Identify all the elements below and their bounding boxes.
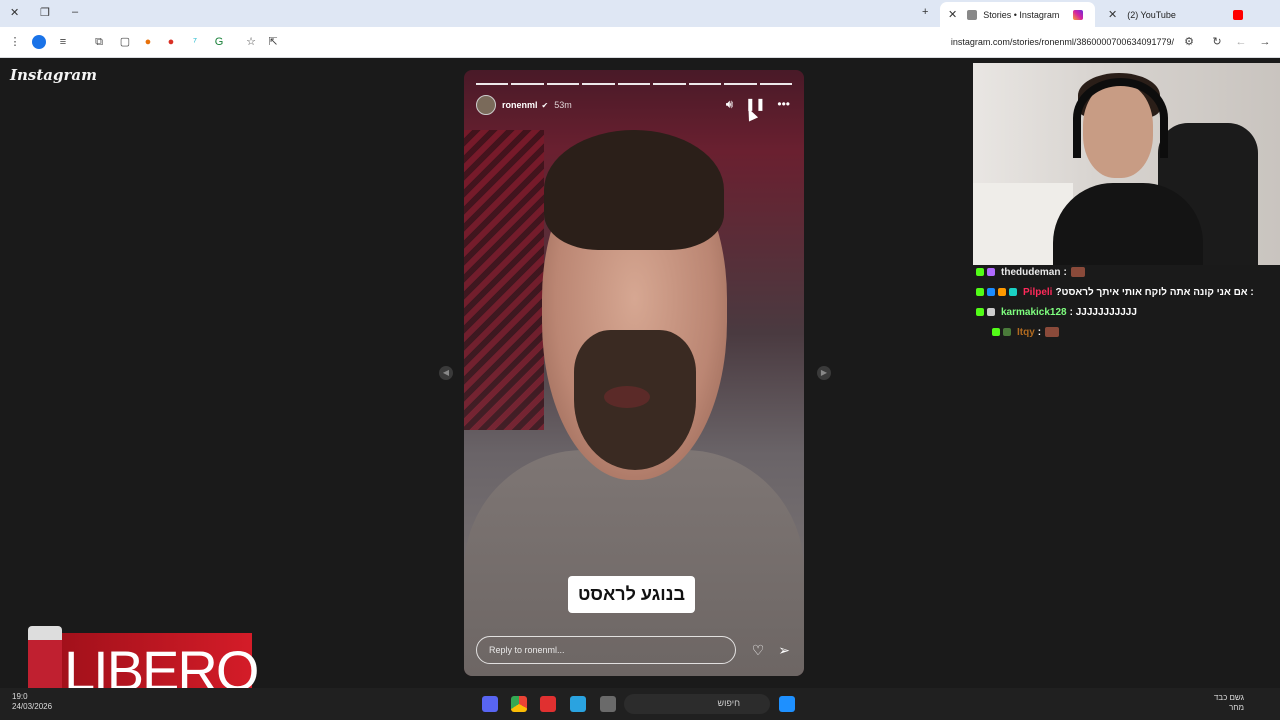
tab-label: (2) YouTube — [1127, 9, 1176, 20]
tab-instagram[interactable]: ✕ Stories • Instagram — [940, 2, 1095, 27]
kick-badge-icon — [992, 328, 1000, 336]
tab-search-icon[interactable]: ▢ — [118, 35, 132, 49]
previous-story-icon[interactable]: ◀ — [439, 366, 453, 380]
kick-badge-icon — [976, 268, 984, 276]
chat-message: thedudeman : — [976, 262, 1276, 282]
emote-icon — [1070, 267, 1085, 277]
stream-chat: thedudeman : Pilpeli : אם אני קונה אתה ל… — [976, 262, 1276, 342]
taskbar-clock[interactable]: 19:0 24/03/2026 — [12, 692, 52, 712]
minimize-window-icon[interactable]: – — [72, 6, 78, 18]
kick-badge-icon — [976, 288, 984, 296]
site-settings-icon[interactable]: ⚙ — [1182, 35, 1196, 49]
like-heart-icon[interactable]: ♡ — [752, 642, 765, 659]
app-icon[interactable] — [540, 696, 556, 712]
taskbar-weather[interactable]: גשם כבד מחר — [1214, 693, 1244, 713]
extensions-icon[interactable]: ⧉ — [92, 35, 106, 49]
story-caption: בנוגע לראסט — [568, 576, 695, 613]
close-window-icon[interactable]: ✕ — [10, 6, 19, 19]
chat-text: : JJJJJJJJJJJ — [1069, 306, 1137, 318]
instagram-logo[interactable]: Instagram — [10, 66, 97, 84]
windows-taskbar: 19:0 24/03/2026 חיפוש גשם כבד מחר — [0, 688, 1280, 720]
badge-icon — [1009, 288, 1017, 296]
tab-label: Stories • Instagram — [983, 9, 1060, 20]
chat-message: Pilpeli : אם אני קונה אתה לוקח אותי איתך… — [976, 282, 1276, 302]
extension-icon[interactable]: ● — [164, 35, 178, 49]
avatar[interactable] — [476, 95, 496, 115]
chat-text: : — [1037, 326, 1042, 338]
address-bar[interactable]: instagram.com/stories/ronenml/3860000700… — [951, 37, 1174, 47]
close-tab-icon[interactable]: ✕ — [948, 8, 957, 21]
story-header: ronenml ✔ 53m — [476, 95, 572, 115]
chat-message: Itqy : — [976, 322, 1276, 342]
story-actions: ♡ ➢ — [752, 642, 790, 659]
forward-icon[interactable]: ← — [1234, 35, 1248, 49]
browser-tabstrip: ✕ ❐ – + ✕ Stories • Instagram ✕ (2) YouT… — [0, 0, 1280, 27]
reading-list-icon[interactable]: ≡ — [56, 35, 70, 49]
share-icon[interactable]: ⇱ — [266, 35, 280, 49]
story-progress-bar — [476, 83, 792, 85]
chat-text: : — [1063, 266, 1067, 278]
badge-icon — [1003, 328, 1011, 336]
telegram-icon[interactable] — [570, 696, 586, 712]
volume-icon[interactable]: 🔊︎ — [726, 97, 734, 112]
discord-icon[interactable] — [482, 696, 498, 712]
tab-youtube[interactable]: ✕ (2) YouTube — [1100, 2, 1255, 27]
profile-icon[interactable] — [32, 35, 46, 49]
new-tab-icon[interactable]: + — [922, 6, 928, 18]
reply-input[interactable]: Reply to ronenml... — [476, 636, 736, 664]
badge-icon — [998, 288, 1006, 296]
windows-start-icon[interactable] — [779, 696, 795, 712]
reload-icon[interactable]: ↻ — [1210, 35, 1224, 49]
back-icon[interactable]: → — [1258, 35, 1272, 49]
menu-icon[interactable]: ⋮ — [8, 35, 22, 49]
kick-badge-icon — [976, 308, 984, 316]
browser-toolbar: ⋮ ≡ ⧉ ▢ ● ● ⁷ G ☆ ⇱ instagram.com/storie… — [0, 27, 1280, 58]
taskbar-search[interactable]: חיפוש — [624, 694, 770, 714]
grammarly-icon[interactable]: G — [212, 35, 226, 49]
story-person-mouth — [604, 386, 650, 408]
emote-icon — [1045, 327, 1060, 337]
story-background — [464, 130, 544, 430]
badge-icon — [987, 268, 995, 276]
chat-username: Pilpeli — [1023, 286, 1053, 298]
instagram-tab-favicon — [967, 9, 978, 20]
chrome-icon[interactable] — [511, 696, 527, 712]
close-tab-icon[interactable]: ✕ — [1108, 8, 1117, 21]
youtube-icon — [1233, 9, 1243, 20]
story-time: 53m — [554, 100, 572, 110]
translate-icon[interactable]: ⁷ — [188, 35, 202, 49]
story-controls: 🔊︎ ❚❚ ••• — [726, 97, 790, 112]
webcam-overlay — [973, 63, 1280, 265]
task-view-icon[interactable] — [600, 696, 616, 712]
instagram-icon — [1073, 9, 1083, 20]
story-username[interactable]: ronenml — [502, 100, 538, 110]
more-options-icon[interactable]: ••• — [777, 97, 790, 112]
chat-text: : אם אני קונה אתה לוקח אותי איתך לראסט? — [1055, 286, 1254, 298]
chat-message: karmakick128 : JJJJJJJJJJJ — [976, 302, 1276, 322]
bookmark-star-icon[interactable]: ☆ — [244, 35, 258, 49]
chat-username: karmakick128 — [1001, 306, 1067, 318]
story-viewer[interactable]: ronenml ✔ 53m 🔊︎ ❚❚ ••• בנוגע לראסט Repl… — [464, 70, 804, 676]
chat-username: Itqy — [1017, 326, 1035, 338]
restore-window-icon[interactable]: ❐ — [40, 6, 50, 19]
chat-username: thedudeman — [1001, 266, 1061, 278]
verified-badge-icon: ✔ — [541, 100, 549, 110]
badge-icon — [987, 308, 995, 316]
badge-icon — [987, 288, 995, 296]
next-story-icon[interactable]: ▶ — [817, 366, 831, 380]
story-person-hair — [544, 130, 724, 250]
extension-icon[interactable]: ● — [141, 35, 155, 49]
send-icon[interactable]: ➢ — [778, 642, 790, 659]
